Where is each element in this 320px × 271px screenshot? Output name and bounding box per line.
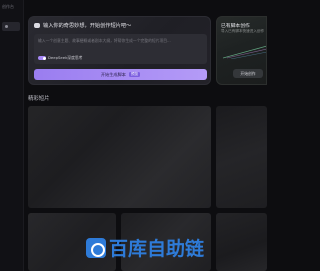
gallery-section-title: 精彩短片 [28, 96, 50, 102]
start-create-label: 开始创作 [240, 70, 256, 76]
prompt-placeholder: 输入一个创意主题、故事梗概或者剧本大纲，将帮你生成一个完整的短片项目... [38, 38, 171, 43]
existing-script-card: 已有脚本创作 导入已有脚本快速进入创作 开始创作 [216, 16, 267, 85]
prompt-input[interactable]: 输入一个创意主题、故事梗概或者剧本大纲，将帮你生成一个完整的短片项目... De… [34, 34, 207, 64]
script-card-subtitle: 导入已有脚本快速进入创作 [221, 29, 265, 33]
light-streak-icon [223, 45, 266, 59]
watermark-logo-icon [86, 237, 106, 258]
sidebar: 创作台 [0, 0, 24, 271]
create-card-title: 输入你的奇思妙想，开始创作短片吧～ [43, 23, 132, 29]
preview-badge: 预览 [128, 72, 141, 77]
deepseek-toggle-label: DeepSeek深度思考 [48, 55, 83, 60]
start-create-button[interactable]: 开始创作 [233, 69, 263, 78]
deepseek-toggle-row: DeepSeek深度思考 [38, 55, 82, 61]
create-short-card: 输入你的奇思妙想，开始创作短片吧～ 输入一个创意主题、故事梗概或者剧本大纲，将帮… [28, 16, 211, 85]
script-card-title: 已有脚本创作 [221, 24, 250, 29]
chat-bubble-icon [34, 23, 40, 28]
generate-script-label: 开始生成脚本 [100, 71, 126, 77]
gallery-tile[interactable] [216, 213, 267, 271]
deepseek-toggle[interactable] [38, 56, 46, 60]
create-card-header: 输入你的奇思妙想，开始创作短片吧～ [34, 22, 131, 29]
watermark-text: 百库自助链 [109, 238, 205, 260]
generate-script-button[interactable]: 开始生成脚本 预览 [34, 69, 207, 80]
sidebar-item-active[interactable] [2, 22, 20, 31]
watermark: 百库自助链 [86, 234, 204, 261]
gallery-tile[interactable] [28, 106, 211, 208]
nav-dot-icon [5, 25, 8, 28]
gallery-tile[interactable] [216, 106, 267, 208]
sidebar-top-label: 创作台 [2, 4, 14, 9]
